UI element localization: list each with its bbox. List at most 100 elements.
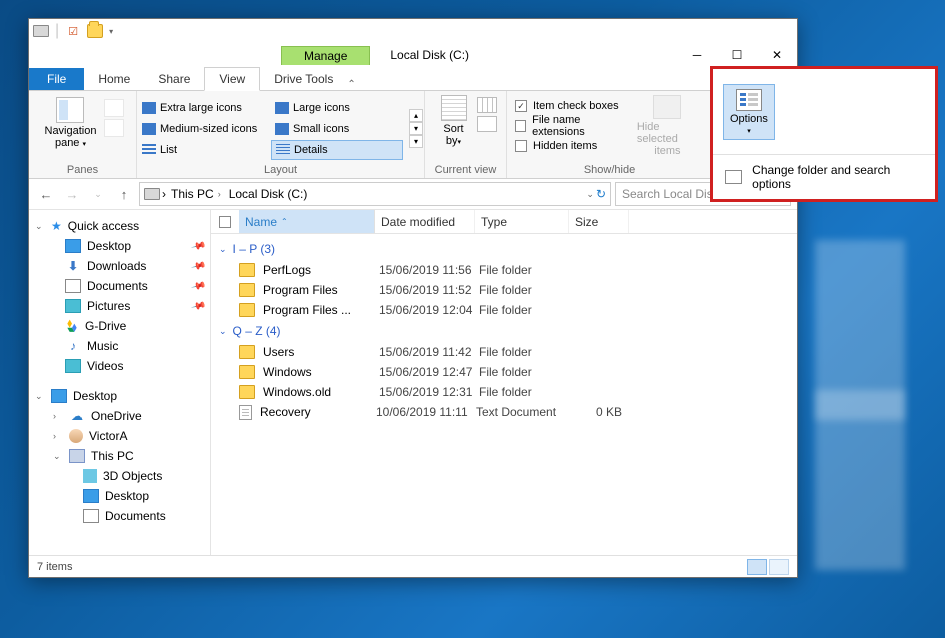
sidebar-documents-pc[interactable]: Documents [29,506,210,526]
current-view-group-label: Current view [435,162,497,176]
thumbnails-view-toggle[interactable] [769,559,789,575]
home-tab[interactable]: Home [84,68,144,90]
minimize-button[interactable]: ─ [677,43,717,67]
layout-list[interactable]: List [138,140,270,160]
column-type[interactable]: Type [475,210,569,233]
item-type: File folder [479,303,573,317]
sidebar-quick-access[interactable]: ⌄★Quick access [29,216,210,236]
folder-icon [239,345,255,359]
item-type: File folder [479,345,573,359]
address-dropdown-icon[interactable]: ⌄ [586,189,594,200]
view-tab[interactable]: View [204,67,260,91]
pin-icon: 📌 [190,258,206,274]
layout-large[interactable]: Large icons [271,98,403,118]
sort-by-button[interactable]: Sort by▾ [435,95,473,147]
preview-pane-button[interactable] [104,99,124,117]
explorer-window: | ☑ ▾ Manage Local Disk (C:) ─ ☐ ✕ File … [28,18,798,578]
add-columns-button[interactable] [477,97,497,113]
group-header[interactable]: ⌄I – P (3) [211,238,797,260]
avatar-icon [69,429,83,443]
pin-icon: 📌 [190,278,206,294]
close-button[interactable]: ✕ [757,43,797,67]
panes-group-label: Panes [67,162,98,176]
sidebar-music[interactable]: ♪Music [29,336,210,356]
sidebar-this-pc[interactable]: ⌄This PC [29,446,210,466]
up-button[interactable]: ↑ [113,183,135,205]
list-item[interactable]: Program Files15/06/2019 11:52File folder [211,280,797,300]
qat-sep: | [55,22,59,40]
manage-context-tab[interactable]: Manage [281,46,370,65]
details-pane-button[interactable] [104,119,124,137]
sidebar-onedrive[interactable]: ›☁OneDrive [29,406,210,426]
column-size[interactable]: Size [569,210,629,233]
qat-checkbox-icon[interactable]: ☑ [65,23,81,39]
select-all-checkbox[interactable] [219,216,231,228]
folder-icon [239,263,255,277]
size-columns-button[interactable] [477,116,497,132]
list-item[interactable]: PerfLogs15/06/2019 11:56File folder [211,260,797,280]
layout-small[interactable]: Small icons [271,119,403,139]
breadcrumb-drive[interactable]: Local Disk (C:) [226,187,311,201]
list-item[interactable]: Windows.old15/06/2019 12:31File folder [211,382,797,402]
collapse-ribbon-icon[interactable]: ⌃ [347,79,355,90]
options-button[interactable]: Options ▾ [723,84,775,140]
sidebar-desktop-pc[interactable]: Desktop [29,486,210,506]
share-tab[interactable]: Share [144,68,204,90]
sidebar-downloads[interactable]: ⬇Downloads📌 [29,256,210,276]
sidebar-user[interactable]: ›VictorA [29,426,210,446]
back-button[interactable]: ← [35,183,57,205]
item-check-boxes[interactable]: ✓Item check boxes [515,97,627,115]
qat-folder-icon[interactable] [87,23,103,39]
layout-details[interactable]: Details [271,140,403,160]
layout-scroll-down[interactable]: ▾ [409,122,423,135]
folder-icon [239,303,255,317]
list-item[interactable]: Program Files ...15/06/2019 12:04File fo… [211,300,797,320]
refresh-button[interactable]: ↻ [596,187,606,201]
sidebar-3d-objects[interactable]: 3D Objects [29,466,210,486]
sidebar-desktop-section[interactable]: ⌄Desktop [29,386,210,406]
navigation-pane-button[interactable]: Navigation pane ▾ [41,95,101,151]
address-bar[interactable]: › This PC› Local Disk (C:) ⌄ ↻ [139,182,611,206]
file-name-extensions[interactable]: File name extensions [515,117,627,135]
hide-selected-button[interactable]: Hide selected items [631,95,704,157]
list-item[interactable]: Users15/06/2019 11:42File folder [211,342,797,362]
breadcrumb-this-pc[interactable]: This PC› [168,187,224,201]
column-date[interactable]: Date modified [375,210,475,233]
item-type: File folder [479,283,573,297]
group-header[interactable]: ⌄Q – Z (4) [211,320,797,342]
sidebar-desktop[interactable]: Desktop📌 [29,236,210,256]
qat-dropdown-icon[interactable]: ▾ [109,27,113,36]
recent-locations-button[interactable]: ⌄ [87,183,109,205]
show-hide-group-label: Show/hide [584,162,635,176]
drive-icon [144,188,160,200]
item-size: 0 KB [570,405,630,419]
list-item[interactable]: Recovery10/06/2019 11:11Text Document0 K… [211,402,797,422]
hidden-items[interactable]: Hidden items [515,137,627,155]
layout-medium[interactable]: Medium-sized icons [138,119,270,139]
item-type: File folder [479,385,573,399]
details-view-toggle[interactable] [747,559,767,575]
change-folder-options-item[interactable]: Change folder and search options [713,155,935,199]
pin-icon: 📌 [190,238,206,254]
list-item[interactable]: Windows15/06/2019 12:47File folder [211,362,797,382]
drive-icon [33,23,49,39]
maximize-button[interactable]: ☐ [717,43,757,67]
window-title: Local Disk (C:) [370,48,677,62]
sidebar-pictures[interactable]: Pictures📌 [29,296,210,316]
drive-tools-tab[interactable]: Drive Tools [260,68,347,90]
forward-button[interactable]: → [61,183,83,205]
layout-expand[interactable]: ▾ [409,135,423,148]
layout-extra-large[interactable]: Extra large icons [138,98,270,118]
layout-scroll-up[interactable]: ▴ [409,109,423,122]
sidebar-documents[interactable]: Documents📌 [29,276,210,296]
column-name[interactable]: Name⌃ [239,210,375,233]
pin-icon: 📌 [190,298,206,314]
options-dropdown-highlight: Options ▾ Change folder and search optio… [710,66,938,202]
sidebar-gdrive[interactable]: G-Drive [29,316,210,336]
sidebar-videos[interactable]: Videos [29,356,210,376]
item-name: PerfLogs [263,263,379,277]
chevron-right-icon[interactable]: › [162,187,166,201]
file-tab[interactable]: File [29,68,84,90]
item-type: File folder [479,263,573,277]
sort-asc-icon: ⌃ [281,217,288,226]
